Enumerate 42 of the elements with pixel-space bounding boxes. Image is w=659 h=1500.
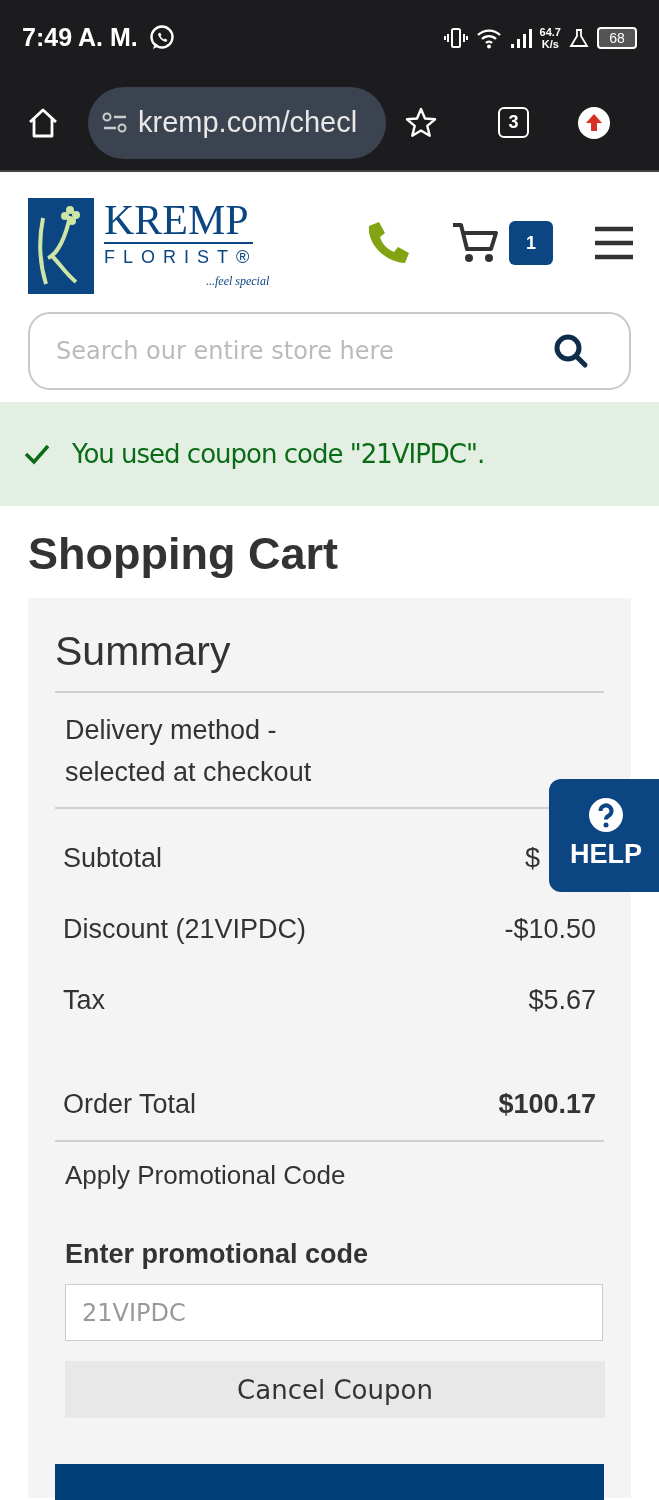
search-field[interactable]: Search our entire store here [28, 312, 631, 390]
chat-icon [147, 23, 176, 52]
promo-code-toggle[interactable]: Apply Promotional Code [55, 1142, 604, 1191]
site-settings-icon [102, 111, 128, 134]
checkmark-icon [24, 443, 50, 465]
summary-title: Summary [55, 628, 604, 693]
flask-icon [569, 27, 589, 48]
cart-icon[interactable] [451, 222, 499, 264]
address-bar[interactable]: kremp.com/checl [88, 86, 386, 159]
promo-field-label: Enter promotional code [64, 1238, 370, 1270]
row-label: Tax [63, 985, 106, 1016]
brand-name: KREMP [104, 198, 253, 244]
row-label: Subtotal [63, 843, 163, 874]
signal-icon [509, 26, 532, 49]
row-value: $100.17 [498, 1089, 596, 1120]
upgrade-icon[interactable] [577, 105, 611, 140]
battery-level: 68 [609, 29, 625, 46]
network-unit: K/s [541, 37, 559, 50]
network-speed: 64.7 [539, 25, 561, 38]
row-value: $5.67 [528, 985, 596, 1016]
clock-time: 7:49 A. M. [22, 23, 138, 52]
brand-subtitle: FLORIST® [104, 246, 258, 269]
search-icon[interactable] [553, 333, 589, 369]
row-value: -$10.50 [504, 914, 596, 945]
star-icon[interactable] [404, 105, 438, 140]
help-button[interactable]: HELP [549, 779, 659, 892]
tagline: ...feel special [205, 274, 270, 289]
cart-count-badge: 1 [509, 221, 553, 265]
menu-icon[interactable] [595, 226, 633, 260]
row-label: Discount (21VIPDC) [63, 914, 307, 945]
flower-logo-icon [28, 198, 94, 294]
url-text: kremp.com/checl [138, 106, 358, 139]
help-icon [588, 797, 624, 833]
cancel-coupon-button[interactable]: Cancel Coupon [65, 1361, 605, 1418]
message-text: You used coupon code "21VIPDC". [72, 439, 485, 469]
wifi-icon [475, 26, 502, 49]
page-title: Shopping Cart [28, 527, 339, 581]
row-label: Order Total [63, 1089, 197, 1120]
tab-count[interactable]: 3 [498, 107, 529, 138]
row-value: $ [524, 843, 540, 874]
vibrate-icon [443, 25, 468, 50]
help-label: HELP [570, 839, 642, 870]
